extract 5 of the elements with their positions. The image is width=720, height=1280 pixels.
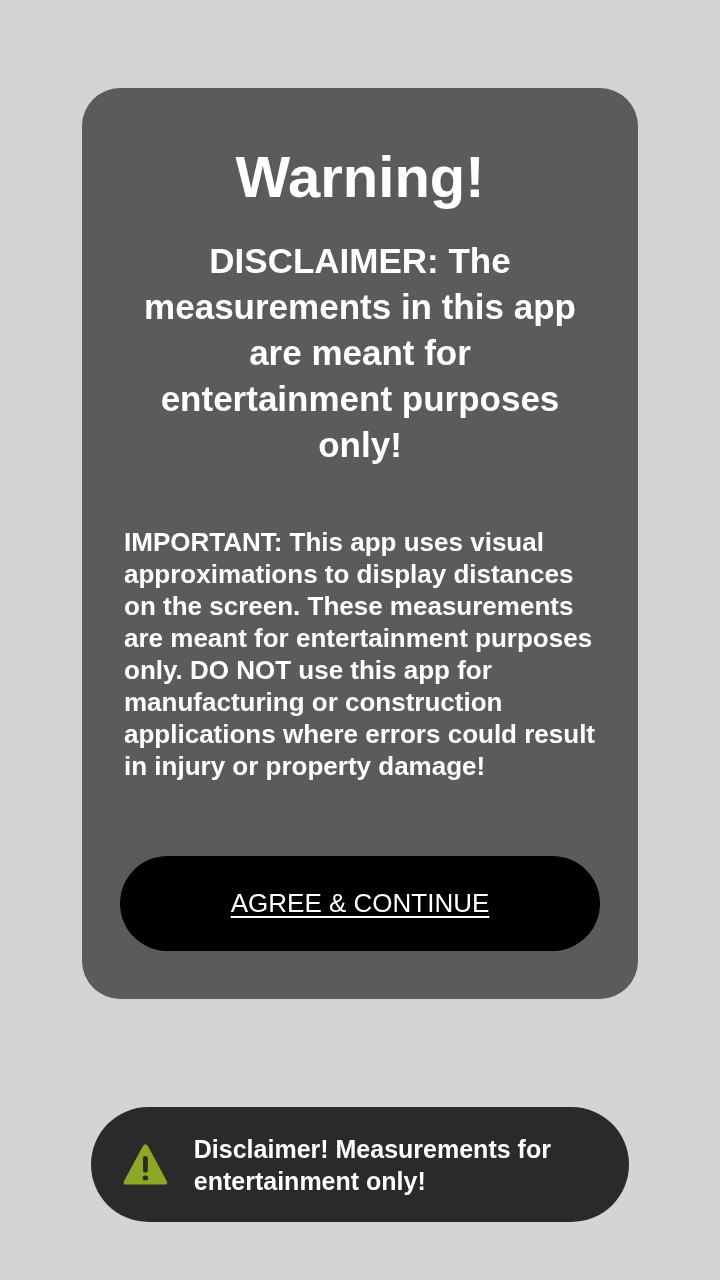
disclaimer-heading: DISCLAIMER: The measurements in this app are meant for entertainment purposes only! [143,240,577,466]
agree-continue-button[interactable]: AGREE & CONTINUE [120,856,600,951]
toast-message: Disclaimer! Measurements for entertainment only! [193,1133,552,1197]
disclaimer-body: IMPORTANT: This app uses visual approximations to display distances on the screen. These measurements are meant for entertainment purposes only. DO NOT use this app for manufacturing or construction applications where errors could result in injury or property damage! [123,526,597,782]
dialog-title: Warning! [235,143,485,211]
